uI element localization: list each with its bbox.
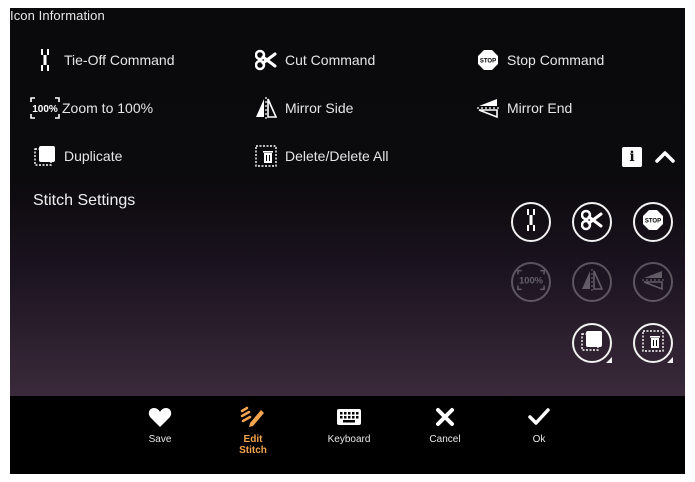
cancel-button[interactable]: Cancel [415, 402, 475, 445]
chevron-up-icon[interactable] [653, 146, 677, 168]
edit-stitch-label-line1: Edit [243, 434, 263, 445]
scissors-icon [580, 209, 603, 236]
keyboard-label: Keyboard [327, 434, 371, 445]
cancel-label: Cancel [429, 434, 461, 445]
legend-label: Cut Command [285, 52, 376, 68]
close-icon [435, 402, 455, 432]
tie-off-button[interactable] [511, 202, 551, 242]
save-button[interactable]: Save [130, 402, 190, 445]
stop-icon: STOP [477, 49, 499, 71]
tie-off-icon [34, 49, 56, 71]
corner-indicator [606, 357, 612, 363]
legend-mirror-end: Mirror End [477, 97, 572, 119]
edit-stitch-label-line2: Stitch [239, 445, 267, 456]
icon-information-title: Icon Information [10, 8, 105, 23]
bottom-toolbar: Save Edit Stitch Keyboard Cancel Ok [10, 396, 685, 474]
stop-icon: STOP [642, 209, 664, 236]
legend-duplicate: Duplicate [34, 145, 122, 167]
mirror-end-icon [642, 269, 664, 296]
keyboard-button[interactable]: Keyboard [319, 402, 379, 445]
zoom-100-icon: 100% [30, 97, 60, 119]
mirror-side-button[interactable] [572, 262, 612, 302]
legend-delete: Delete/Delete All [255, 145, 389, 167]
edit-stitch-button[interactable]: Edit Stitch [223, 402, 283, 456]
mirror-side-icon [581, 268, 604, 296]
keyboard-icon [336, 402, 362, 432]
legend-label: Stop Command [507, 52, 605, 68]
legend-label: Mirror Side [285, 100, 354, 116]
stitch-settings-heading: Stitch Settings [33, 192, 136, 209]
duplicate-icon [34, 145, 56, 167]
legend-label: Duplicate [64, 148, 123, 164]
tie-off-icon [524, 208, 538, 237]
legend-label: Tie-Off Command [64, 52, 175, 68]
legend-mirror-side: Mirror Side [255, 97, 353, 119]
edit-stitch-icon [240, 402, 266, 432]
svg-text:STOP: STOP [645, 218, 661, 224]
legend-stop: STOP Stop Command [477, 49, 604, 71]
mirror-end-button[interactable] [633, 262, 673, 302]
zoom-100-icon: 100% [517, 269, 545, 296]
scissors-icon [255, 49, 277, 71]
edit-stitch-label: Edit Stitch [239, 434, 267, 456]
delete-icon [642, 329, 664, 357]
legend-tie-off: Tie-Off Command [34, 49, 174, 71]
delete-button[interactable] [633, 323, 673, 363]
checkmark-icon [527, 402, 551, 432]
duplicate-button[interactable] [572, 323, 612, 363]
svg-text:100%: 100% [519, 275, 544, 285]
info-icon[interactable]: i [622, 147, 642, 167]
zoom-100-button[interactable]: 100% [511, 262, 551, 302]
svg-text:100%: 100% [32, 104, 58, 115]
delete-icon [255, 145, 277, 167]
stitch-settings-screen: Icon Information Tie-Off Command Cut Com… [10, 8, 685, 474]
mirror-side-icon [255, 97, 277, 119]
legend-cut: Cut Command [255, 49, 375, 71]
legend-zoom: 100% Zoom to 100% [30, 97, 153, 119]
heart-icon [148, 402, 172, 432]
duplicate-icon [581, 330, 603, 357]
legend-label: Mirror End [507, 100, 573, 116]
corner-indicator [667, 357, 673, 363]
save-label: Save [148, 434, 172, 445]
stop-button[interactable]: STOP [633, 202, 673, 242]
ok-button[interactable]: Ok [509, 402, 569, 445]
mirror-end-icon [477, 97, 499, 119]
cut-button[interactable] [572, 202, 612, 242]
ok-label: Ok [532, 434, 546, 445]
svg-text:STOP: STOP [480, 59, 496, 65]
legend-label: Delete/Delete All [285, 148, 389, 164]
legend-label: Zoom to 100% [62, 100, 154, 116]
